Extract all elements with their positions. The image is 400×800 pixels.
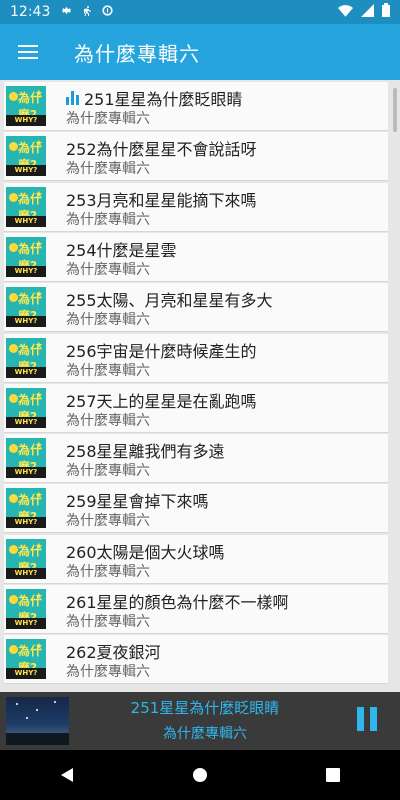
track-subtitle: 為什麼專輯六 (66, 513, 150, 530)
track-list[interactable]: ★為什麼?WHY? 251星星為什麼眨眼睛為什麼專輯六 ★為什麼?WHY? 252為什… (0, 82, 400, 692)
track-title: 257天上的星星是在亂跑嗎 (66, 391, 257, 411)
track-thumbnail: ★為什麼?WHY? (6, 538, 46, 579)
home-circle-icon[interactable] (170, 750, 230, 800)
track-thumbnail: ★為什麼?WHY? (6, 186, 46, 227)
track-subtitle: 為什麼專輯六 (66, 463, 150, 480)
recents-square-icon[interactable] (303, 750, 363, 800)
track-thumbnail: ★為什麼?WHY? (6, 639, 46, 680)
track-title: 253月亮和星星能摘下來嗎 (66, 190, 257, 210)
list-item[interactable]: ★為什麼?WHY? 256宇宙是什麼時候產生的為什麼專輯六 (4, 333, 388, 383)
track-thumbnail: ★為什麼?WHY? (6, 287, 46, 328)
track-subtitle: 為什麼專輯六 (66, 312, 150, 329)
track-thumbnail: ★為什麼?WHY? (6, 86, 46, 126)
list-item[interactable]: ★為什麼?WHY? 258星星離我們有多遠為什麼專輯六 (4, 434, 388, 484)
track-thumbnail: ★為什麼?WHY? (6, 387, 46, 428)
player-title: 251星星為什麼眨眼睛 (130, 699, 280, 717)
track-title: 258星星離我們有多遠 (66, 442, 225, 462)
track-subtitle: 為什麼專輯六 (66, 111, 150, 127)
track-title: 254什麼是星雲 (66, 240, 177, 260)
scrollbar-thumb[interactable] (393, 88, 397, 132)
list-item[interactable]: ★為什麼?WHY? 259星星會掉下來嗎為什麼專輯六 (4, 484, 388, 534)
list-item[interactable]: ★為什麼?WHY? 257天上的星星是在亂跑嗎為什麼專輯六 (4, 383, 388, 433)
list-item[interactable]: ★為什麼?WHY? 252為什麼星星不會說話呀為什麼專輯六 (4, 132, 388, 182)
track-thumbnail: ★為什麼?WHY? (6, 337, 46, 378)
wifi-icon (338, 4, 353, 21)
now-playing-equalizer-icon (66, 91, 79, 105)
player-album: 為什麼專輯六 (163, 726, 247, 742)
track-thumbnail: ★為什麼?WHY? (6, 589, 46, 629)
battery-icon (382, 3, 390, 21)
system-nav-bar (0, 750, 400, 800)
mini-player[interactable]: 251星星為什麼眨眼睛 為什麼專輯六 (0, 692, 400, 750)
pause-icon[interactable] (357, 707, 379, 731)
list-item[interactable]: ★為什麼?WHY? 261星星的顏色為什麼不一樣啊為什麼專輯六 (4, 585, 388, 634)
running-icon (81, 3, 93, 21)
track-title: 261星星的顏色為什麼不一樣啊 (66, 593, 289, 612)
track-title: 255太陽、月亮和星星有多大 (66, 291, 273, 311)
track-subtitle: 為什麼專輯六 (66, 664, 150, 681)
hamburger-menu-icon[interactable] (0, 24, 56, 80)
track-thumbnail: ★為什麼?WHY? (6, 438, 46, 479)
track-subtitle: 為什麼專輯六 (66, 563, 150, 580)
list-item[interactable]: ★為什麼?WHY? 262夏夜銀河為什麼專輯六 (4, 635, 388, 685)
list-item[interactable]: ★為什麼?WHY? 253月亮和星星能摘下來嗎為什麼專輯六 (4, 182, 388, 232)
track-subtitle: 為什麼專輯六 (66, 412, 150, 429)
status-time: 12:43 (10, 4, 51, 20)
player-info[interactable]: 251星星為什麼眨眼睛 為什麼專輯六 (70, 692, 340, 750)
track-title: 256宇宙是什麼時候產生的 (66, 341, 257, 361)
track-title: 262夏夜銀河 (66, 643, 161, 663)
list-item[interactable]: ★為什麼?WHY? 260太陽是個大火球嗎為什麼專輯六 (4, 534, 388, 584)
status-bar: 12:43 (0, 0, 400, 24)
signal-icon (361, 3, 374, 21)
player-cover-image (6, 697, 69, 745)
track-subtitle: 為什麼專輯六 (66, 614, 150, 630)
track-thumbnail: ★為什麼?WHY? (6, 488, 46, 529)
list-item[interactable]: ★為什麼?WHY? 255太陽、月亮和星星有多大為什麼專輯六 (4, 283, 388, 333)
track-subtitle: 為什麼專輯六 (66, 211, 150, 228)
track-subtitle: 為什麼專輯六 (66, 261, 150, 278)
page-title: 為什麼專輯六 (74, 41, 200, 66)
track-title: 251星星為什麼眨眼睛 (84, 90, 243, 109)
data-saver-icon (101, 4, 114, 21)
track-thumbnail: ★為什麼?WHY? (6, 236, 46, 277)
track-title: 260太陽是個大火球嗎 (66, 542, 225, 562)
gear-icon (60, 4, 73, 21)
track-title: 252為什麼星星不會說話呀 (66, 140, 257, 160)
back-triangle-icon[interactable] (37, 750, 97, 800)
app-bar: 為什麼專輯六 (0, 24, 400, 80)
list-item[interactable]: ★為什麼?WHY? 254什麼是星雲為什麼專輯六 (4, 232, 388, 282)
track-title: 259星星會掉下來嗎 (66, 492, 209, 512)
track-thumbnail: ★為什麼?WHY? (6, 136, 46, 177)
list-item[interactable]: ★為什麼?WHY? 251星星為什麼眨眼睛為什麼專輯六 (4, 82, 388, 131)
track-subtitle: 為什麼專輯六 (66, 362, 150, 379)
track-subtitle: 為什麼專輯六 (66, 161, 150, 178)
